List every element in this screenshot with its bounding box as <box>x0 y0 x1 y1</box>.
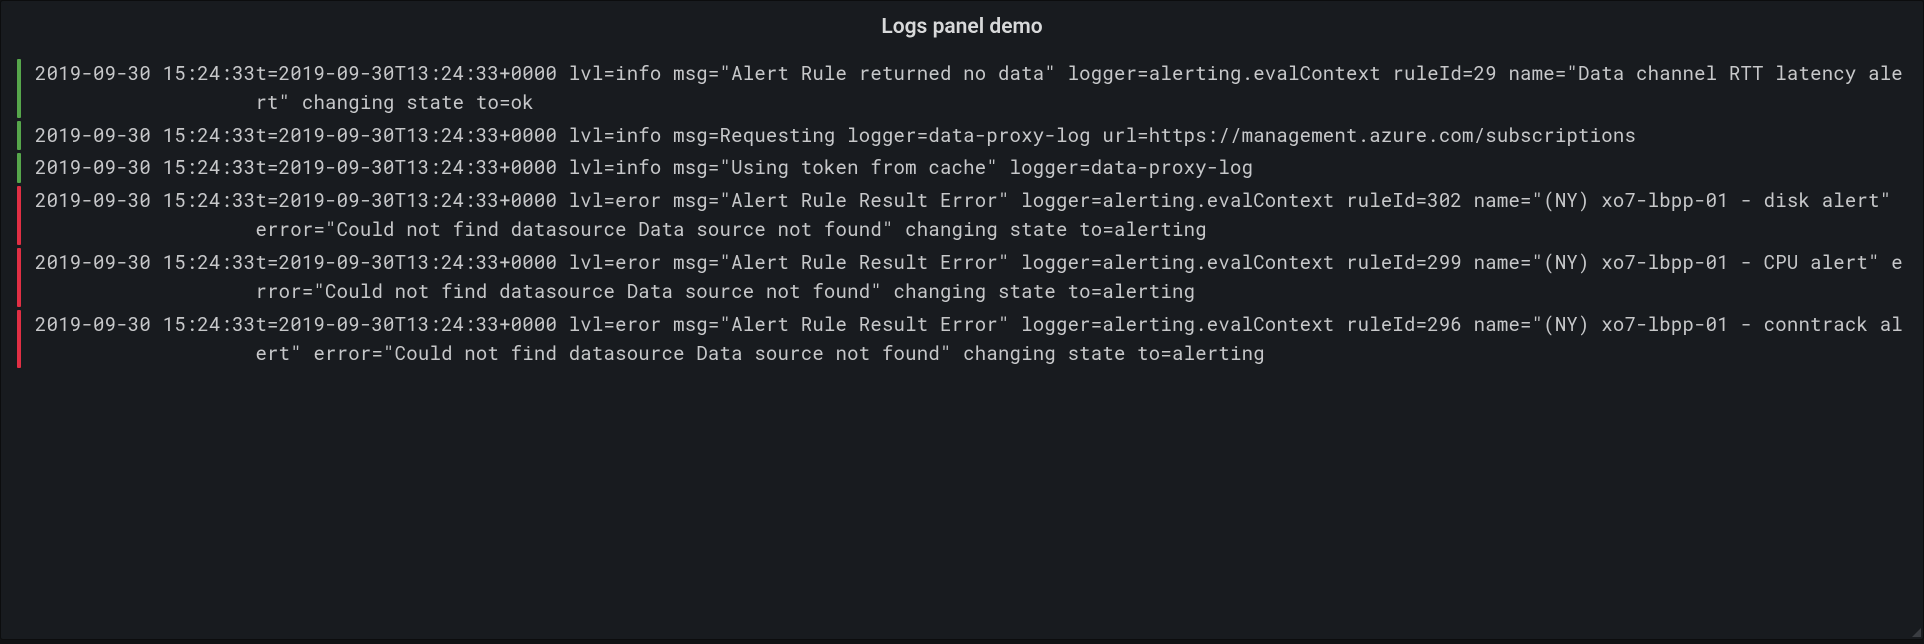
log-message: t=2019-09-30T13:24:33+0000 lvl=info msg=… <box>255 121 1911 150</box>
log-row[interactable]: 2019-09-30 15:24:33 t=2019-09-30T13:24:3… <box>17 153 1911 182</box>
log-timestamp: 2019-09-30 15:24:33 <box>35 59 255 88</box>
log-list: 2019-09-30 15:24:33 t=2019-09-30T13:24:3… <box>1 53 1923 368</box>
log-level-bar-info <box>17 59 21 118</box>
log-level-bar-error <box>17 248 21 307</box>
log-timestamp: 2019-09-30 15:24:33 <box>35 153 255 182</box>
log-level-bar-info <box>17 153 21 182</box>
log-level-bar-error <box>17 186 21 245</box>
resize-handle-icon[interactable] <box>1912 628 1921 637</box>
log-level-bar-info <box>17 121 21 150</box>
log-timestamp: 2019-09-30 15:24:33 <box>35 310 255 339</box>
log-timestamp: 2019-09-30 15:24:33 <box>35 121 255 150</box>
log-level-bar-error <box>17 310 21 369</box>
log-row[interactable]: 2019-09-30 15:24:33 t=2019-09-30T13:24:3… <box>17 59 1911 118</box>
log-message: t=2019-09-30T13:24:33+0000 lvl=info msg=… <box>255 59 1911 118</box>
log-message: t=2019-09-30T13:24:33+0000 lvl=eror msg=… <box>255 310 1911 369</box>
log-row[interactable]: 2019-09-30 15:24:33 t=2019-09-30T13:24:3… <box>17 121 1911 150</box>
log-message: t=2019-09-30T13:24:33+0000 lvl=eror msg=… <box>255 186 1911 245</box>
log-timestamp: 2019-09-30 15:24:33 <box>35 186 255 215</box>
log-row[interactable]: 2019-09-30 15:24:33 t=2019-09-30T13:24:3… <box>17 186 1911 245</box>
log-message: t=2019-09-30T13:24:33+0000 lvl=info msg=… <box>255 153 1911 182</box>
logs-panel: Logs panel demo 2019-09-30 15:24:33 t=20… <box>0 0 1924 640</box>
log-row[interactable]: 2019-09-30 15:24:33 t=2019-09-30T13:24:3… <box>17 310 1911 369</box>
log-timestamp: 2019-09-30 15:24:33 <box>35 248 255 277</box>
panel-title: Logs panel demo <box>1 3 1923 53</box>
log-row[interactable]: 2019-09-30 15:24:33 t=2019-09-30T13:24:3… <box>17 248 1911 307</box>
log-message: t=2019-09-30T13:24:33+0000 lvl=eror msg=… <box>255 248 1911 307</box>
